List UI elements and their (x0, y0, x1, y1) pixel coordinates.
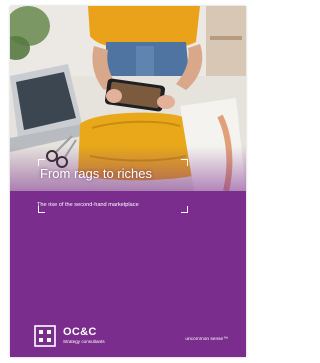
cover-subtitle: The rise of the second-hand marketplace (37, 202, 139, 208)
brand-name: OC&C (63, 326, 97, 338)
frame-corner-top-right (181, 159, 188, 166)
report-cover: From rags to riches The rise of the seco… (10, 6, 246, 357)
cover-title: From rags to riches (40, 166, 152, 181)
occ-logo-icon (34, 325, 56, 347)
brand-tagline: uncommon sense™ (185, 337, 228, 342)
frame-corner-top-left (38, 159, 45, 166)
cover-photo (10, 6, 246, 191)
brand-subtitle: Strategy consultants (63, 339, 105, 344)
